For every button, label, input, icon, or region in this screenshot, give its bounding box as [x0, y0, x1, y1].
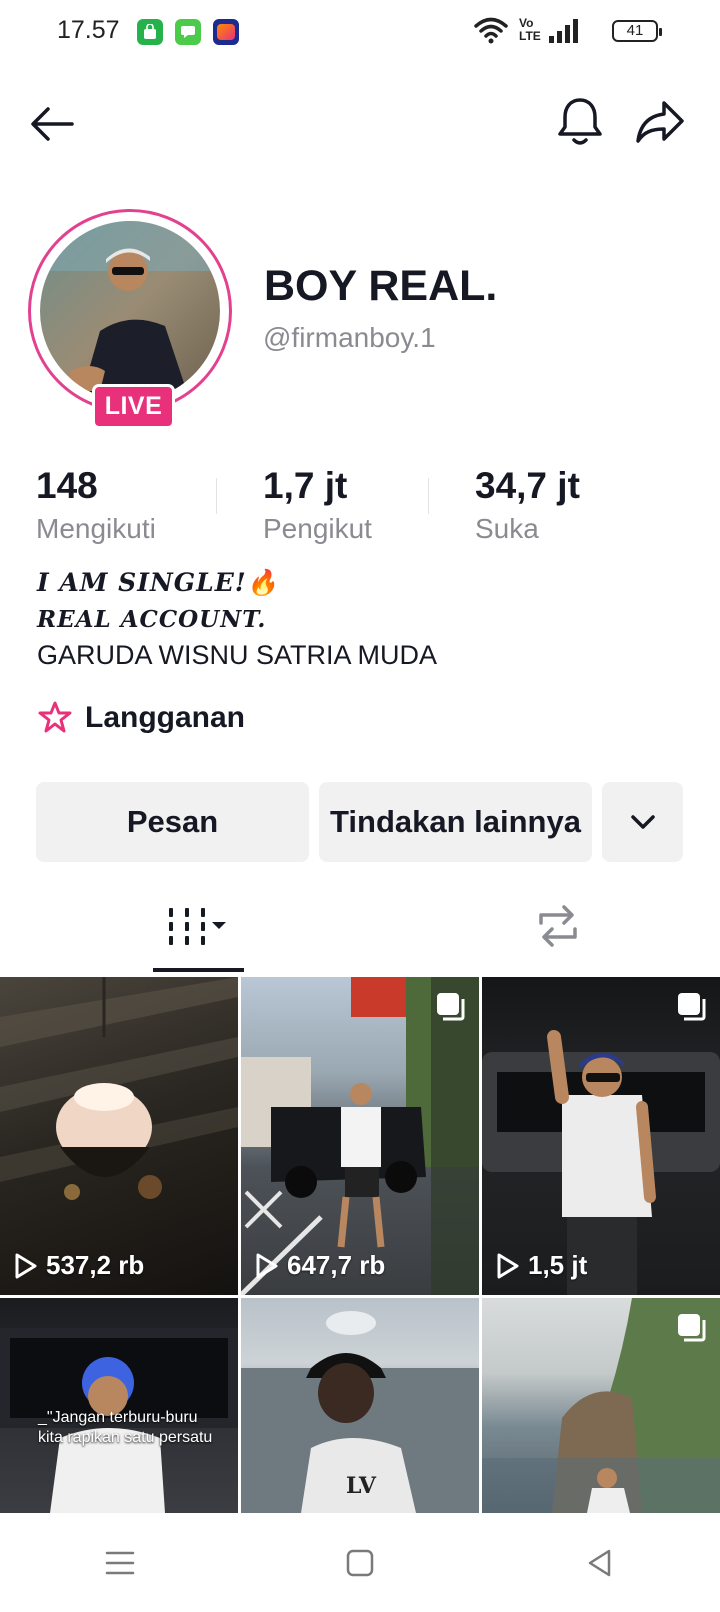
system-back-button[interactable] [570, 1533, 630, 1593]
video-thumbnail[interactable]: LV [241, 1298, 479, 1513]
username: @firmanboy.1 [263, 322, 436, 353]
view-count-label: 647,7 rb [287, 1250, 386, 1280]
stat-following[interactable]: 148 Mengikuti [36, 465, 156, 545]
stat-followers[interactable]: 1,7 jt Pengikut [263, 465, 372, 545]
lazada-icon [213, 19, 239, 45]
bio-line-3: GARUDA WISNU SATRIA MUDA [37, 640, 438, 670]
grid-icon [169, 908, 226, 945]
back-button[interactable] [22, 96, 82, 152]
video-thumbnail[interactable]: 647,7 rb [241, 977, 479, 1295]
play-icon [15, 1253, 37, 1278]
home-button[interactable] [330, 1533, 390, 1593]
suggested-accounts-button[interactable] [602, 782, 683, 862]
signal-icon [549, 19, 578, 43]
video-caption: _"Jangan terburu-buru kita rapikan satu … [38, 1409, 213, 1446]
tab-active-indicator [153, 968, 244, 972]
video-thumbnail[interactable]: 1,5 jt [482, 977, 720, 1295]
stat-likes[interactable]: 34,7 jt Suka [475, 465, 580, 545]
svg-text:LV: LV [346, 1473, 377, 1499]
wifi-icon [474, 17, 508, 44]
more-actions-button[interactable]: Tindakan lainnya [319, 782, 592, 862]
repost-icon [539, 905, 577, 947]
arrow-left-icon [31, 107, 74, 141]
live-badge[interactable]: LIVE [92, 384, 175, 429]
messages-icon [175, 19, 201, 45]
multi-photo-icon [676, 1312, 708, 1349]
following-label: Mengikuti [36, 513, 156, 544]
square-icon [346, 1549, 374, 1576]
tab-videos[interactable] [0, 880, 396, 972]
stat-divider [216, 478, 217, 514]
likes-count: 34,7 jt [475, 465, 580, 506]
stat-divider [428, 478, 429, 514]
video-thumbnail[interactable]: 537,2 rb [0, 977, 238, 1295]
followers-label: Pengikut [263, 513, 372, 544]
store-icon [137, 19, 163, 45]
view-count-label: 1,5 jt [528, 1250, 588, 1280]
volte-indicator: Vo LTE [519, 16, 541, 43]
view-count: 537,2 rb [14, 1250, 144, 1281]
bio-line-2: REAL ACCOUNT. [37, 606, 267, 633]
subscription-link[interactable]: Langganan [37, 700, 245, 736]
video-thumbnail[interactable]: _"Jangan terburu-buru kita rapikan satu … [0, 1298, 238, 1513]
share-arrow-icon [636, 101, 684, 143]
play-icon [497, 1253, 519, 1278]
triangle-back-icon [588, 1549, 611, 1576]
share-button[interactable] [630, 92, 690, 152]
subscription-label: Langganan [85, 701, 246, 734]
view-count: 647,7 rb [255, 1250, 385, 1281]
multi-photo-icon [676, 991, 708, 1028]
video-thumbnail[interactable] [482, 1298, 720, 1513]
notification-bell-button[interactable] [552, 92, 608, 152]
tab-reposts[interactable] [396, 880, 720, 972]
multi-photo-icon [435, 991, 467, 1028]
status-time: 17.57 [57, 16, 120, 44]
view-count-label: 537,2 rb [46, 1250, 145, 1280]
star-badge-icon [38, 701, 72, 733]
bell-icon [558, 98, 602, 145]
following-count: 148 [36, 465, 98, 506]
message-button[interactable]: Pesan [36, 782, 309, 862]
followers-count: 1,7 jt [263, 465, 348, 506]
likes-label: Suka [475, 513, 539, 544]
chevron-down-icon [630, 815, 655, 829]
recent-apps-button[interactable] [90, 1533, 150, 1593]
system-navigation-bar [0, 1513, 720, 1612]
play-icon [256, 1253, 278, 1278]
avatar[interactable] [40, 221, 220, 401]
view-count: 1,5 jt [496, 1250, 587, 1281]
menu-lines-icon [105, 1551, 135, 1574]
display-name: BOY REAL. [264, 262, 498, 310]
battery-indicator: 41 [612, 20, 662, 42]
bio-line-1: I AM SINGLE!🔥 [37, 568, 279, 597]
